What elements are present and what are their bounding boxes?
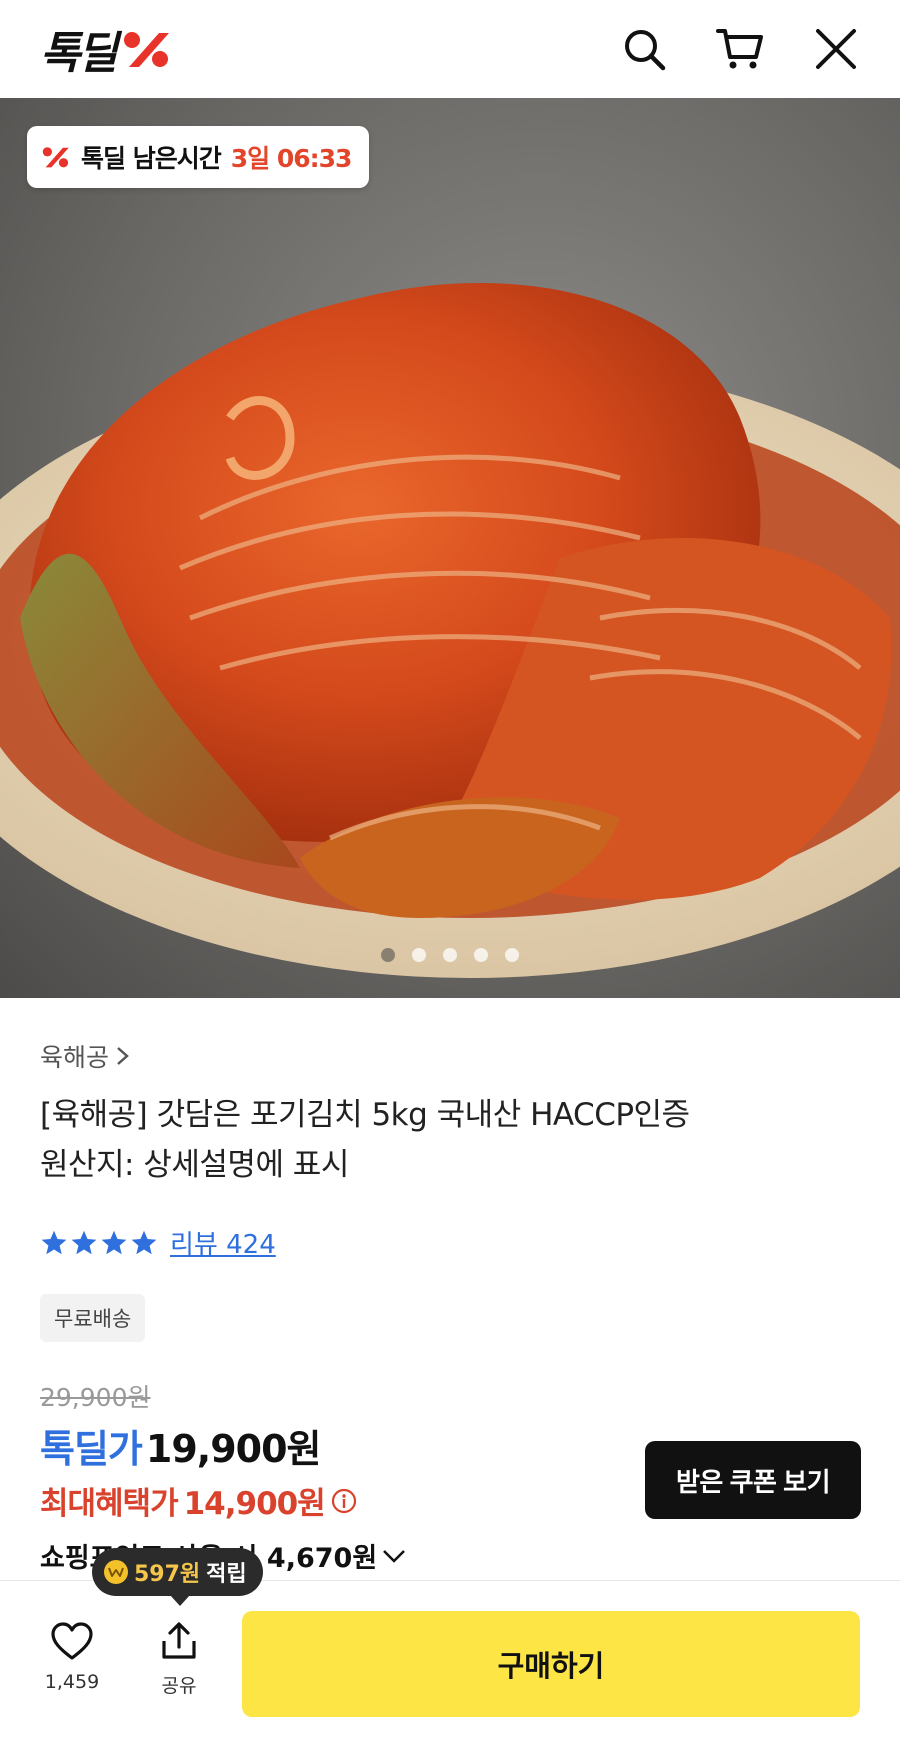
star-icon: [101, 1230, 127, 1254]
share-icon: [162, 1622, 196, 1659]
bottom-action-bar: 1,459 공유 구매하기: [0, 1580, 900, 1741]
timer-value: 3일 06:33: [230, 144, 353, 173]
cart-icon: [716, 29, 763, 69]
search-button[interactable]: [620, 25, 668, 73]
deal-price-row: 톡딜가 19,900원: [40, 1418, 321, 1473]
star-icon: [131, 1230, 157, 1254]
brand-name: 육해공: [40, 1043, 110, 1072]
carousel-dot[interactable]: [443, 948, 457, 962]
talkdeal-logo[interactable]: 톡딜: [40, 17, 173, 81]
product-title: [육해공] 갓담은 포기김치 5kg 국내산 HACCP인증 원산지: 상세설명…: [40, 1090, 860, 1190]
brand-link[interactable]: 육해공: [40, 1038, 131, 1074]
max-benefit-price: 14,900원: [183, 1486, 326, 1522]
max-benefit-row: 최대혜택가 14,900원: [40, 1478, 357, 1523]
coin-icon: [104, 1560, 128, 1584]
header-actions: [620, 25, 860, 73]
share-label: 공유: [161, 1675, 197, 1697]
share-button[interactable]: 공유: [148, 1621, 210, 1698]
info-icon[interactable]: [331, 1488, 357, 1514]
product-image-carousel[interactable]: 톡딜 남은시간 3일 06:33: [0, 98, 900, 998]
like-count: 1,459: [44, 1671, 100, 1693]
close-button[interactable]: [812, 25, 860, 73]
carousel-dots: [0, 948, 900, 962]
point-reward-tooltip: 597원 적립: [92, 1548, 263, 1606]
carousel-dot[interactable]: [505, 948, 519, 962]
original-price: 29,900원: [40, 1383, 151, 1412]
kimchi-product-image: [0, 283, 900, 978]
heart-icon: [51, 1622, 93, 1660]
chevron-right-icon: [117, 1047, 129, 1065]
chevron-down-icon: [383, 1549, 406, 1563]
review-link[interactable]: 리뷰 424: [170, 1224, 276, 1261]
product-origin-line: 원산지: 상세설명에 표시: [40, 1147, 349, 1183]
close-icon: [816, 29, 856, 69]
view-coupons-button[interactable]: 받은 쿠폰 보기: [645, 1441, 861, 1519]
max-benefit-label: 최대혜택가: [40, 1486, 179, 1522]
carousel-dot[interactable]: [412, 948, 426, 962]
rating-row: 리뷰 424: [40, 1224, 276, 1261]
rating-stars: [40, 1229, 158, 1257]
star-icon: [41, 1230, 67, 1254]
percent-logo-icon: [123, 32, 169, 67]
deal-timer-badge: 톡딜 남은시간 3일 06:33: [27, 126, 370, 188]
timer-label: 톡딜 남은시간: [81, 144, 222, 173]
search-icon: [625, 30, 666, 71]
tooltip-amount: 597원: [134, 1562, 201, 1587]
deal-price: 19,900원: [145, 1427, 322, 1471]
star-icon: [71, 1230, 97, 1254]
top-header: 톡딜: [0, 0, 900, 98]
deal-price-label: 톡딜가: [40, 1427, 143, 1471]
cart-button[interactable]: [716, 25, 764, 73]
percent-logo-icon: [42, 147, 69, 168]
carousel-dot[interactable]: [474, 948, 488, 962]
free-shipping-badge: 무료배송: [40, 1294, 146, 1342]
buy-button[interactable]: 구매하기: [242, 1611, 860, 1717]
tooltip-suffix: 적립: [206, 1562, 247, 1587]
product-title-line: [육해공] 갓담은 포기김치 5kg 국내산 HACCP인증: [40, 1097, 690, 1133]
logo-text: 톡딜: [40, 28, 118, 79]
like-button[interactable]: 1,459: [38, 1621, 106, 1693]
carousel-dot[interactable]: [381, 948, 395, 962]
